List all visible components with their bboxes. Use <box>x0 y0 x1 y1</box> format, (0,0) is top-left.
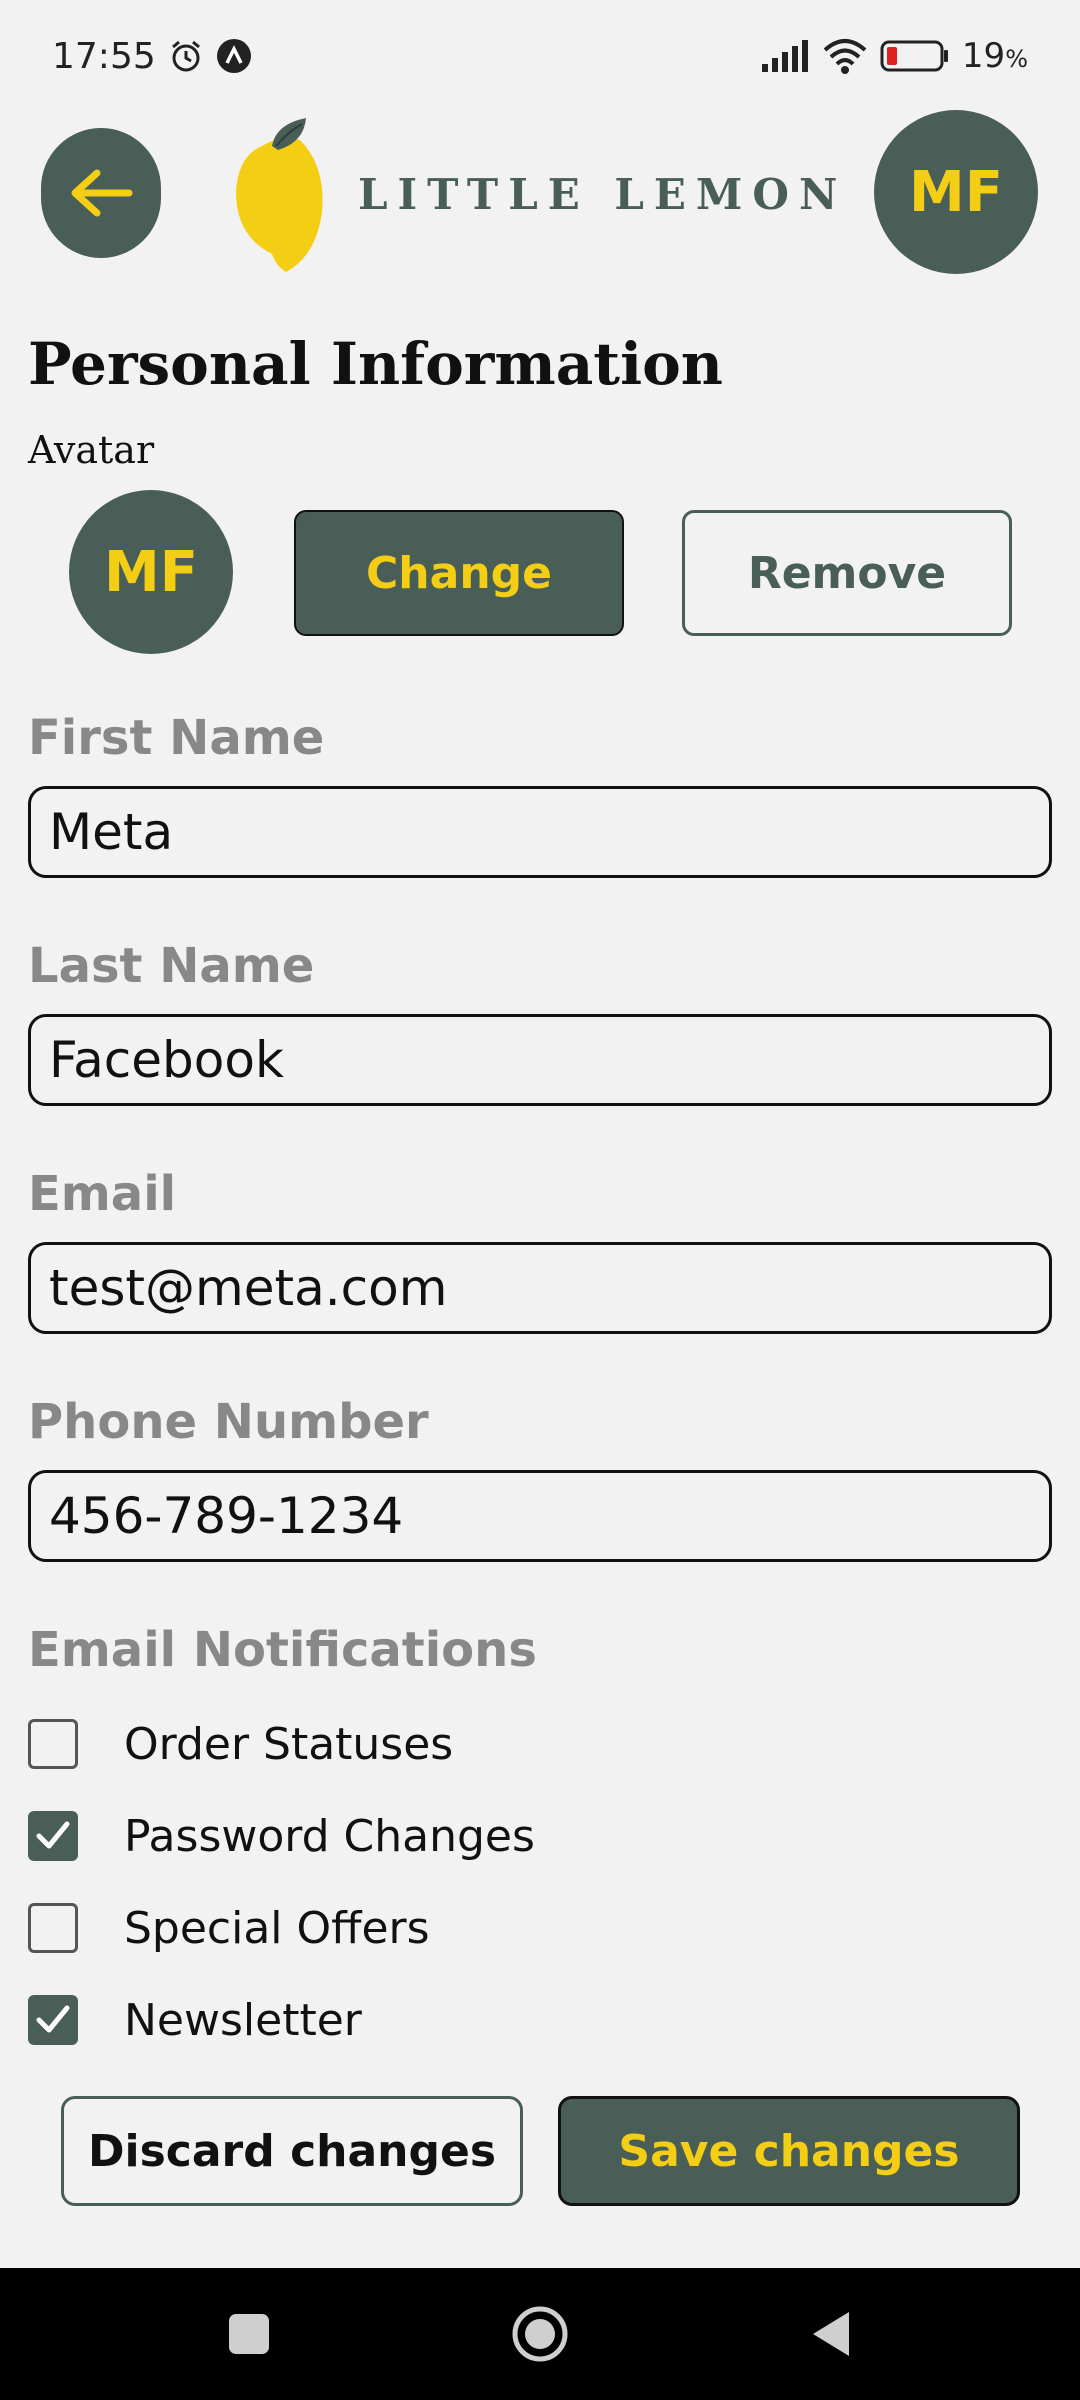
page-title: Personal Information <box>28 330 723 398</box>
phone-label: Phone Number <box>28 1394 429 1450</box>
checkbox-label: Password Changes <box>124 1810 535 1862</box>
checkmark-icon <box>36 2005 70 2033</box>
recents-button[interactable] <box>227 2312 271 2356</box>
back-nav-button[interactable] <box>809 2310 853 2358</box>
status-right: 19% <box>760 36 1028 76</box>
email-field-group: Email <box>28 1166 1052 1334</box>
logo: LITTLE LEMON <box>232 114 847 274</box>
phone-field-group: Phone Number <box>28 1394 1052 1562</box>
home-button[interactable] <box>511 2305 569 2363</box>
phone-input[interactable] <box>28 1470 1052 1562</box>
clock: 17:55 <box>52 35 156 77</box>
recents-icon <box>229 2314 269 2354</box>
checkbox-box[interactable] <box>28 1995 78 2045</box>
profile-content: Personal Information Avatar MF Change Re… <box>28 320 1052 2066</box>
first-name-input[interactable] <box>28 786 1052 878</box>
checkbox-label: Order Statuses <box>124 1718 454 1770</box>
battery-icon <box>880 39 950 73</box>
checkbox-label: Special Offers <box>124 1902 430 1954</box>
back-icon <box>813 2312 849 2356</box>
app-header: LITTLE LEMON MF <box>0 110 1080 280</box>
checkbox-password-changes[interactable]: Password Changes <box>28 1790 1052 1882</box>
home-icon <box>512 2306 568 2362</box>
checkbox-box[interactable] <box>28 1811 78 1861</box>
avatar-row: MF Change Remove <box>28 490 1052 670</box>
checkbox-box[interactable] <box>28 1903 78 1953</box>
app-notification-icon <box>216 38 252 74</box>
email-notifications-title: Email Notifications <box>28 1622 537 1678</box>
avatar: MF <box>69 490 233 654</box>
profile-avatar-button[interactable]: MF <box>874 110 1038 274</box>
checkbox-box[interactable] <box>28 1719 78 1769</box>
last-name-input[interactable] <box>28 1014 1052 1106</box>
signal-icon <box>760 40 810 72</box>
status-left: 17:55 <box>52 36 252 77</box>
email-label: Email <box>28 1166 177 1222</box>
status-bar: 17:55 19% <box>0 0 1080 112</box>
save-changes-button[interactable]: Save changes <box>558 2096 1020 2206</box>
first-name-label: First Name <box>28 710 325 766</box>
checkbox-order-statuses[interactable]: Order Statuses <box>28 1698 1052 1790</box>
logo-text: LITTLE LEMON <box>358 169 848 219</box>
checkbox-newsletter[interactable]: Newsletter <box>28 1974 1052 2066</box>
arrow-left-icon <box>71 169 133 217</box>
remove-avatar-button[interactable]: Remove <box>682 510 1012 636</box>
wifi-icon <box>822 38 868 74</box>
system-nav-bar <box>0 2268 1080 2400</box>
last-name-label: Last Name <box>28 938 315 994</box>
avatar-label: Avatar <box>28 428 155 472</box>
discard-changes-button[interactable]: Discard changes <box>61 2096 523 2206</box>
avatar-initials: MF <box>909 159 1003 225</box>
alarm-icon <box>168 38 204 74</box>
change-avatar-button[interactable]: Change <box>294 510 624 636</box>
lemon-icon <box>236 118 323 272</box>
avatar-initials: MF <box>104 539 198 605</box>
battery-percent: 19% <box>961 36 1028 76</box>
last-name-field-group: Last Name <box>28 938 1052 1106</box>
form-actions: Discard changes Save changes <box>61 2096 1020 2208</box>
email-input[interactable] <box>28 1242 1052 1334</box>
checkbox-label: Newsletter <box>124 1994 362 2046</box>
back-button[interactable] <box>41 128 161 258</box>
first-name-field-group: First Name <box>28 710 1052 878</box>
checkmark-icon <box>36 1821 70 1849</box>
checkbox-special-offers[interactable]: Special Offers <box>28 1882 1052 1974</box>
